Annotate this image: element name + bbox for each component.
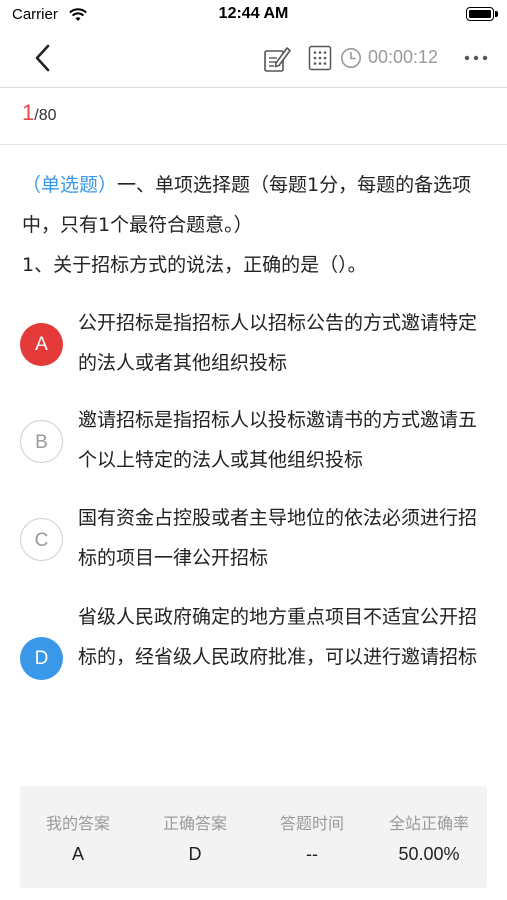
option-a[interactable]: A 公开招标是指招标人以招标公告的方式邀请特定的法人或者其他组织投标 <box>20 303 492 385</box>
answer-sheet-grid-icon[interactable] <box>308 45 332 71</box>
option-b-text: 邀请招标是指招标人以投标邀请书的方式邀请五个以上特定的法人或其他组织投标 <box>78 409 478 471</box>
question-progress: 1/80 <box>22 100 57 132</box>
answer-time-label: 答题时间 <box>279 814 344 833</box>
battery-icon <box>466 7 498 21</box>
back-button[interactable] <box>28 42 58 74</box>
option-c-text: 国有资金占控股或者主导地位的依法必须进行招标的项目一律公开招标 <box>78 507 478 569</box>
correct-answer-label: 正确答案 <box>162 814 227 833</box>
status-time: 12:44 AM <box>218 5 289 22</box>
question-stem: 1、关于招标方式的说法，正确的是（）。 <box>22 254 367 276</box>
question-type-label: （单选题） <box>22 174 118 196</box>
clock-icon <box>341 48 361 68</box>
correct-answer: 正确答案 D <box>137 786 253 888</box>
nav-bar: 00:00:12 <box>0 30 507 88</box>
answer-time-value: -- <box>306 844 318 864</box>
option-d-badge: D <box>20 637 63 680</box>
site-accuracy-label: 全站正确率 <box>388 814 469 833</box>
question-text: （单选题）一、单项选择题（每题1分，每题的备选项中，只有1个最符合题意。） 1、… <box>22 165 492 285</box>
option-d-text: 省级人民政府确定的地方重点项目不适宜公开招标的，经省级人民政府批准，可以进行邀请… <box>78 606 478 668</box>
answer-summary-panel: 我的答案 A 正确答案 D 答题时间 -- 全站正确率 50.00% <box>20 786 487 888</box>
progress-current: 1 <box>22 100 35 125</box>
option-a-badge: A <box>20 323 63 366</box>
option-b[interactable]: B 邀请招标是指招标人以投标邀请书的方式邀请五个以上特定的法人或其他组织投标 <box>20 400 492 482</box>
answer-time: 答题时间 -- <box>254 786 370 888</box>
my-answer: 我的答案 A <box>20 786 136 888</box>
option-d[interactable]: D 省级人民政府确定的地方重点项目不适宜公开招标的，经省级人民政府批准，可以进行… <box>20 597 492 719</box>
option-b-badge: B <box>20 420 63 463</box>
site-accuracy-value: 50.00% <box>398 844 460 864</box>
timer-display: 00:00:12 <box>368 47 439 67</box>
divider <box>0 144 507 145</box>
more-horizontal-icon[interactable] <box>462 46 490 70</box>
site-accuracy: 全站正确率 50.00% <box>371 786 487 888</box>
option-c[interactable]: C 国有资金占控股或者主导地位的依法必须进行招标的项目一律公开招标 <box>20 498 492 580</box>
my-answer-value: A <box>71 844 84 864</box>
option-a-text: 公开招标是指招标人以招标公告的方式邀请特定的法人或者其他组织投标 <box>78 312 478 374</box>
status-bar: Carrier 12:44 AM <box>0 0 507 30</box>
my-answer-label: 我的答案 <box>45 814 110 833</box>
progress-total: /80 <box>34 107 57 124</box>
option-c-badge: C <box>20 518 63 561</box>
correct-answer-value: D <box>188 844 202 864</box>
edit-note-icon[interactable] <box>262 44 292 74</box>
